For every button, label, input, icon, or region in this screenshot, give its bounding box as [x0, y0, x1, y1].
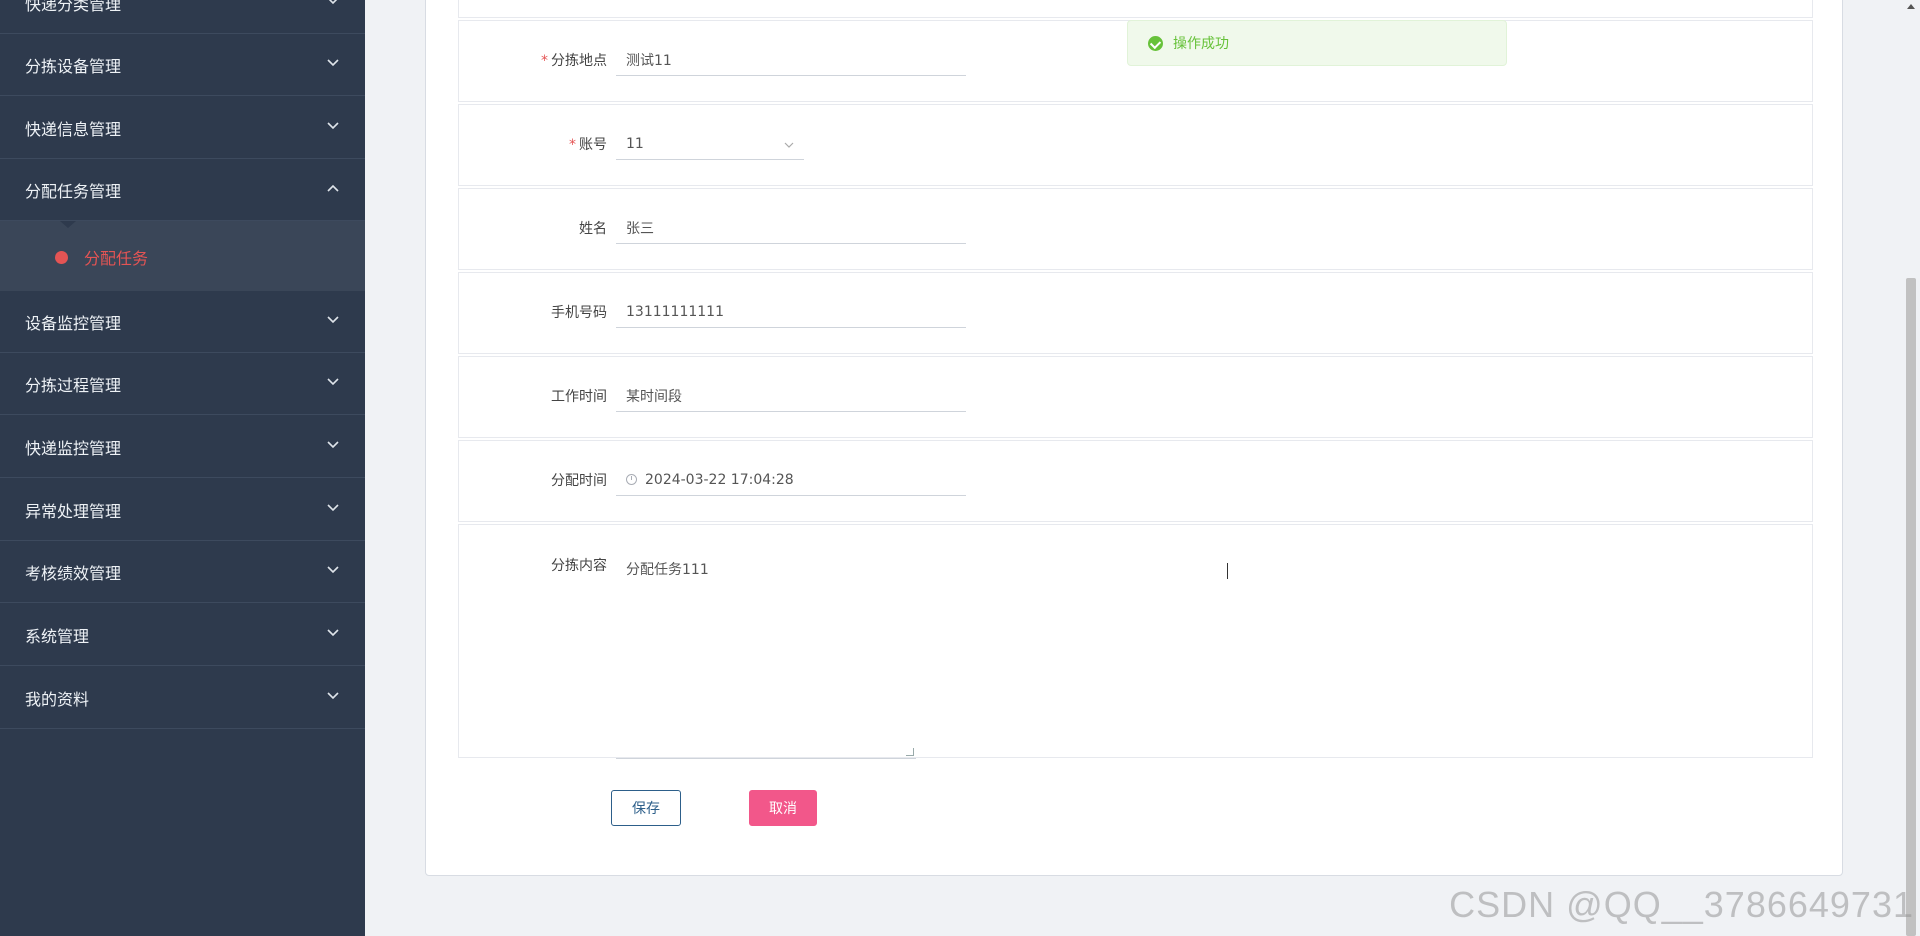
cancel-button[interactable]: 取消 — [749, 790, 817, 826]
sidebar-item-equipment-monitoring[interactable]: 设备监控管理 — [0, 291, 365, 353]
sidebar-item-label: 考核绩效管理 — [25, 563, 122, 583]
chevron-down-icon — [327, 440, 339, 453]
chevron-down-icon — [327, 58, 339, 71]
name-input[interactable]: 张三 — [616, 212, 966, 244]
sidebar-item-express-info[interactable]: 快递信息管理 — [0, 97, 365, 159]
chevron-down-icon — [784, 136, 794, 152]
chevron-down-icon — [327, 503, 339, 516]
assign-time-picker[interactable]: 2024-03-22 17:04:28 — [616, 464, 966, 496]
form-row-phone: 手机号码 13111111111 — [458, 272, 1813, 354]
sidebar-item-label: 分拣设备管理 — [25, 56, 122, 76]
submenu: 分配任务 — [0, 221, 365, 291]
chevron-down-icon — [327, 628, 339, 641]
watermark: CSDN @QQ__3786649731 — [1449, 884, 1914, 925]
text-cursor — [1227, 563, 1229, 579]
phone-input[interactable]: 13111111111 — [616, 296, 966, 328]
form-row-name: 姓名 张三 — [458, 188, 1813, 270]
sidebar-item-label: 快递分类管理 — [25, 0, 122, 14]
sidebar-item-label: 异常处理管理 — [25, 501, 122, 521]
sidebar-item-label: 我的资料 — [25, 689, 90, 709]
sidebar-item-my-profile[interactable]: 我的资料 — [0, 667, 365, 729]
account-label: * 账号 — [569, 137, 607, 153]
sidebar-item-system[interactable]: 系统管理 — [0, 604, 365, 666]
sidebar-item-exception-handling[interactable]: 异常处理管理 — [0, 479, 365, 541]
name-label: 姓名 — [579, 221, 607, 237]
work-time-label: 工作时间 — [551, 389, 607, 405]
form-row-top — [458, 0, 1813, 18]
sidebar-item-sorting-process[interactable]: 分拣过程管理 — [0, 353, 365, 415]
active-pointer — [60, 221, 76, 228]
chevron-down-icon — [327, 315, 339, 328]
active-dot-icon — [55, 250, 68, 264]
sidebar-item-label: 系统管理 — [25, 626, 90, 646]
chevron-down-icon — [327, 121, 339, 134]
sidebar-item-express-category[interactable]: 快递分类管理 — [0, 0, 365, 34]
sidebar-item-label: 快递监控管理 — [25, 438, 122, 458]
sidebar-item-label: 设备监控管理 — [25, 313, 122, 333]
location-label: * 分拣地点 — [541, 53, 607, 69]
assign-time-label: 分配时间 — [551, 473, 607, 489]
sidebar-item-sorting-equipment[interactable]: 分拣设备管理 — [0, 34, 365, 96]
chevron-down-icon — [327, 377, 339, 390]
submenu-label: 分配任务 — [84, 249, 149, 268]
resize-handle[interactable] — [906, 748, 914, 756]
check-circle-icon — [1148, 35, 1163, 51]
sidebar-item-performance[interactable]: 考核绩效管理 — [0, 541, 365, 603]
chevron-down-icon — [327, 0, 339, 9]
scrollbar[interactable] — [1902, 0, 1920, 936]
sidebar-item-express-monitoring[interactable]: 快递监控管理 — [0, 416, 365, 478]
scroll-up-icon[interactable] — [1907, 4, 1915, 9]
sidebar-item-task-assignment[interactable]: 分配任务管理 — [0, 159, 365, 221]
form-card: * 分拣地点 测试11 * 账号 11 姓名 张三 手机号码 13111111111… — [425, 0, 1843, 876]
success-toast: 操作成功 — [1127, 20, 1507, 66]
clock-icon — [626, 474, 637, 485]
main-content: * 分拣地点 测试11 * 账号 11 姓名 张三 手机号码 13111111111… — [365, 0, 1920, 936]
form-row-account: * 账号 11 — [458, 104, 1813, 186]
form-row-assign-time: 分配时间 2024-03-22 17:04:28 — [458, 440, 1813, 522]
chevron-up-icon — [327, 184, 339, 196]
content-textarea[interactable]: 分配任务111 — [616, 549, 916, 759]
toast-message: 操作成功 — [1173, 36, 1229, 52]
phone-label: 手机号码 — [551, 305, 607, 321]
work-time-input[interactable]: 某时间段 — [616, 380, 966, 412]
location-input[interactable]: 测试11 — [616, 44, 966, 76]
scrollbar-thumb[interactable] — [1906, 278, 1916, 936]
save-button[interactable]: 保存 — [611, 790, 681, 826]
chevron-down-icon — [327, 691, 339, 704]
sidebar-item-label: 分拣过程管理 — [25, 375, 122, 395]
sidebar-item-label: 分配任务管理 — [25, 181, 122, 201]
sidebar: 快递分类管理 分拣设备管理 快递信息管理 分配任务管理 分配任务 设备监控管理 … — [0, 0, 365, 936]
content-label: 分拣内容 — [551, 558, 607, 574]
account-select[interactable]: 11 — [616, 128, 804, 160]
form-row-work-time: 工作时间 某时间段 — [458, 356, 1813, 438]
chevron-down-icon — [327, 565, 339, 578]
form-row-content: 分拣内容 分配任务111 — [458, 524, 1813, 759]
sidebar-subitem-assign-task[interactable]: 分配任务 — [55, 245, 148, 269]
sidebar-item-label: 快递信息管理 — [25, 119, 122, 139]
